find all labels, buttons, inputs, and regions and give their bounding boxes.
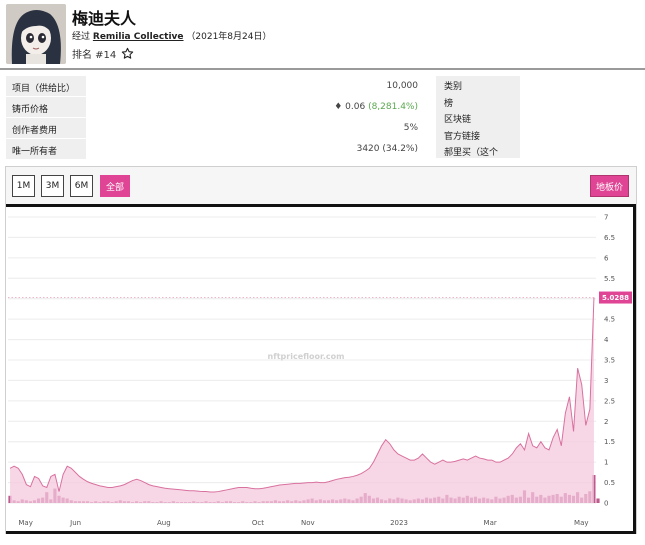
range-button-3m[interactable]: 3M xyxy=(41,175,64,197)
volume-bar xyxy=(596,498,600,503)
price-chart-svg: 76.565.554.543.532.521.510.50nftpriceflo… xyxy=(8,214,632,527)
stat-value-text: 10,000 xyxy=(386,81,419,91)
x-tick-label: Oct xyxy=(252,519,264,527)
range-button-6m[interactable]: 6M xyxy=(70,175,93,197)
stat-label: 铸币价格 xyxy=(6,97,86,117)
watermark-text: nftpricefloor.com xyxy=(268,352,345,361)
creation-date: （2021年8月24日） xyxy=(186,32,272,42)
chart-panel: 1M 3M 6M 全部 地板价 76.565.554.543.532.521.5… xyxy=(5,166,637,534)
stat-label: 项目（供给比） xyxy=(6,76,86,96)
avatar-illustration xyxy=(6,4,66,64)
y-tick-label: 0.5 xyxy=(604,479,615,487)
x-tick-label: 2023 xyxy=(390,519,408,527)
collection-title: 梅迪夫人 xyxy=(72,9,137,28)
stat-row-items: 项目（供给比） 10,000 xyxy=(6,76,424,97)
stat-label: 唯一所有者 xyxy=(6,139,86,159)
favorite-star-icon[interactable] xyxy=(121,47,134,60)
stat-row-mint-price: 铸币价格 ♦ 0.06 (8,281.4%) xyxy=(6,97,424,118)
range-button-all[interactable]: 全部 xyxy=(100,175,130,197)
current-value-label: 5.0288 xyxy=(602,294,629,302)
side-item-official-links[interactable]: 官方链接 xyxy=(444,129,520,146)
stats-table: 项目（供给比） 10,000 铸币价格 ♦ 0.06 (8,281.4%) 创作… xyxy=(6,76,424,160)
x-tick-label: Aug xyxy=(157,519,171,527)
info-sidebar: 类别 榜 区块链 官方链接 郝里买（这个 xyxy=(436,76,520,158)
y-tick-label: 5.5 xyxy=(604,275,615,283)
price-area xyxy=(10,297,594,503)
y-tick-label: 7 xyxy=(604,214,608,222)
stat-value: 10,000 xyxy=(387,81,419,91)
y-tick-label: 0 xyxy=(604,500,608,508)
side-item-category[interactable]: 类别 xyxy=(444,79,520,96)
stat-change-percent: (8,281.4%) xyxy=(368,102,418,112)
stat-value: 5% xyxy=(404,123,418,133)
y-tick-label: 6.5 xyxy=(604,234,615,242)
stat-label: 创作者费用 xyxy=(6,118,86,138)
x-tick-label: Mar xyxy=(484,519,497,527)
stat-value-text: 5% xyxy=(403,123,418,133)
stat-row-creator-fee: 创作者费用 5% xyxy=(6,118,424,139)
side-item-ranking[interactable]: 榜 xyxy=(444,96,520,113)
byline-prefix: 经过 xyxy=(72,32,91,42)
range-button-1m[interactable]: 1M xyxy=(12,175,35,197)
stat-row-unique-owners: 唯一所有者 3420 (34.2%) xyxy=(6,139,424,160)
rank-text: 排名 #14 xyxy=(72,50,117,61)
side-item-buy[interactable]: 郝里买（这个 xyxy=(444,145,520,162)
y-tick-label: 3.5 xyxy=(604,357,615,365)
collection-header: 梅迪夫人 经过 Remilia Collective （2021年8月24日） … xyxy=(0,0,645,68)
collection-byline: 经过 Remilia Collective （2021年8月24日） xyxy=(72,29,272,42)
y-tick-label: 1.5 xyxy=(604,438,615,446)
y-tick-label: 2.5 xyxy=(604,397,615,405)
floor-price-button[interactable]: 地板价 xyxy=(589,175,629,197)
creator-link[interactable]: Remilia Collective xyxy=(93,32,184,42)
x-tick-label: May xyxy=(18,519,32,527)
stat-value-text: ♦ 0.06 xyxy=(334,102,366,112)
rank-line: 排名 #14 xyxy=(72,46,134,61)
y-tick-label: 4 xyxy=(604,336,609,344)
x-tick-label: May xyxy=(574,519,588,527)
x-tick-label: Nov xyxy=(301,519,315,527)
y-tick-label: 2 xyxy=(604,418,608,426)
stat-value-text: 3420 (34.2%) xyxy=(356,144,418,154)
stat-value: 3420 (34.2%) xyxy=(357,144,418,154)
y-tick-label: 1 xyxy=(604,459,608,467)
y-tick-label: 4.5 xyxy=(604,316,615,324)
collection-avatar xyxy=(6,4,66,64)
side-item-blockchain[interactable]: 区块链 xyxy=(444,112,520,129)
stat-value: ♦ 0.06 (8,281.4%) xyxy=(334,102,418,112)
x-tick-label: Jun xyxy=(69,519,81,527)
y-tick-label: 3 xyxy=(604,377,608,385)
y-tick-label: 6 xyxy=(604,254,609,262)
header-divider xyxy=(0,68,645,70)
price-chart[interactable]: 76.565.554.543.532.521.510.50nftpriceflo… xyxy=(6,204,636,534)
